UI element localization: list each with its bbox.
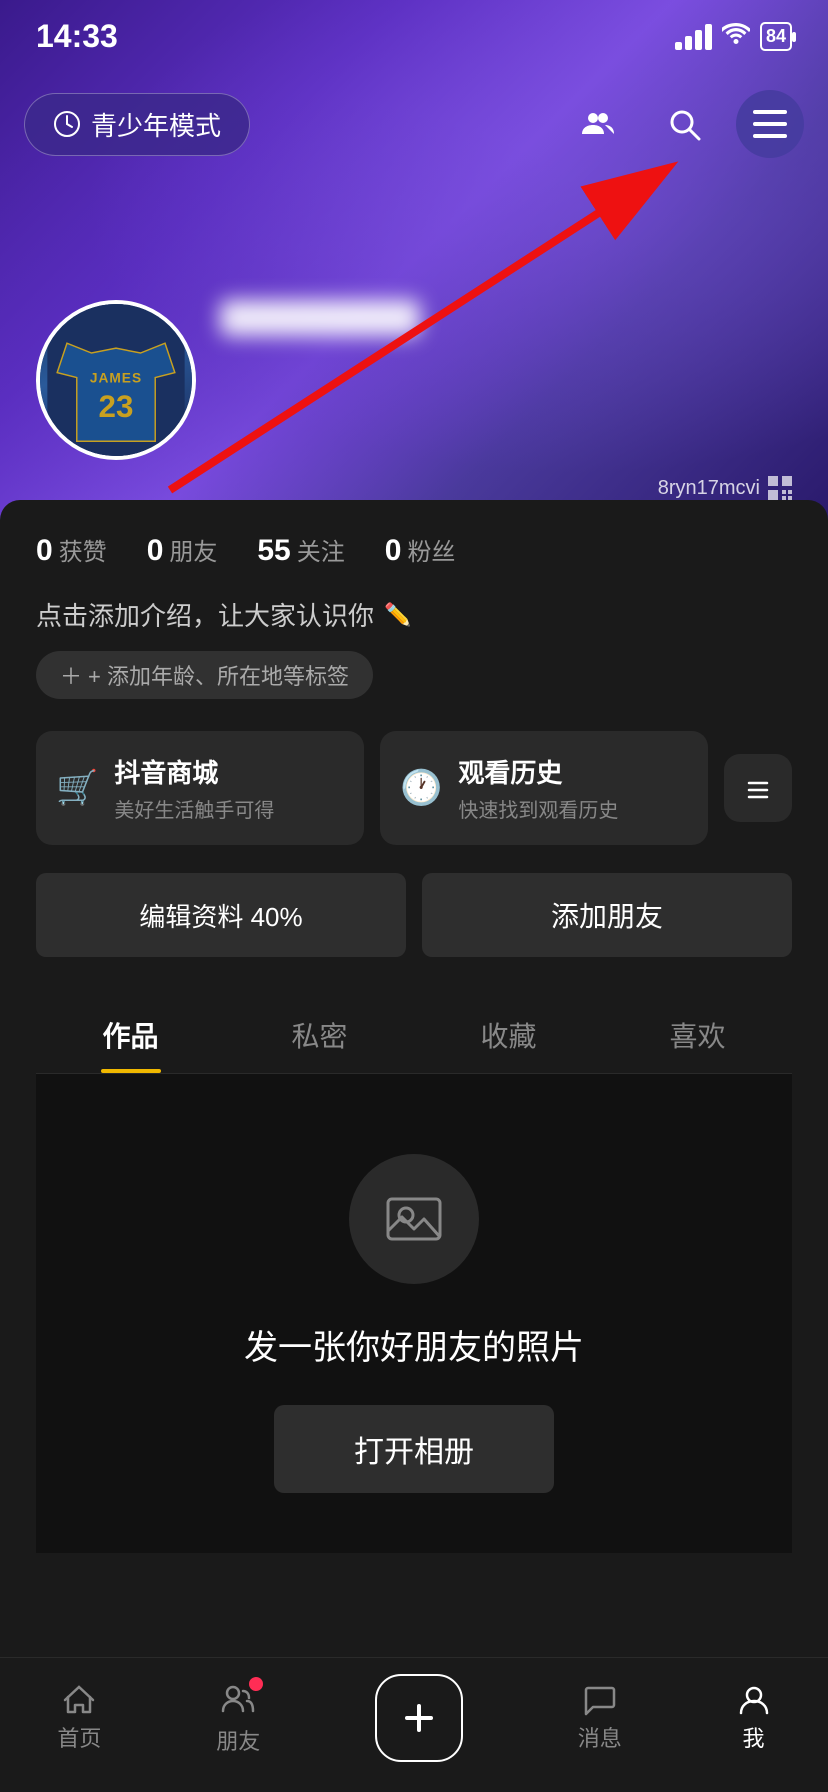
menu-nav-button[interactable] xyxy=(736,90,804,158)
tab-works[interactable]: 作品 xyxy=(36,993,225,1073)
youth-mode-label: 青少年模式 xyxy=(91,106,221,143)
stat-following: 55 关注 xyxy=(257,532,344,568)
nav-friends[interactable]: 朋友 xyxy=(216,1681,260,1756)
stats-row: 0 获赞 0 朋友 55 关注 0 粉丝 xyxy=(36,532,792,568)
followers-label: 粉丝 xyxy=(407,532,455,567)
shop-link[interactable]: 🛒 抖音商城 美好生活触手可得 xyxy=(36,731,364,845)
nav-messages-label: 消息 xyxy=(578,1721,622,1753)
edit-bio-icon[interactable]: ✏️ xyxy=(384,602,411,628)
history-title: 观看历史 xyxy=(458,753,618,790)
tags-row: ＋ + 添加年龄、所在地等标签 xyxy=(36,651,792,699)
tab-private[interactable]: 私密 xyxy=(225,993,414,1073)
bio-content: 点击添加介绍，让大家认识你 xyxy=(36,596,374,633)
tab-likes[interactable]: 喜欢 xyxy=(603,993,792,1073)
history-subtitle: 快速找到观看历史 xyxy=(458,794,618,823)
add-tag-icon: ＋ xyxy=(60,659,82,691)
bio-text[interactable]: 点击添加介绍，让大家认识你 ✏️ xyxy=(36,596,792,633)
search-nav-button[interactable] xyxy=(650,90,718,158)
quick-links: 🛒 抖音商城 美好生活触手可得 🕐 观看历史 快速找到观看历史 xyxy=(36,731,792,845)
following-label: 关注 xyxy=(297,532,345,567)
add-tag-button[interactable]: ＋ + 添加年龄、所在地等标签 xyxy=(36,651,373,699)
nav-messages[interactable]: 消息 xyxy=(578,1683,622,1753)
history-icon: 🕐 xyxy=(400,768,442,808)
more-links-button[interactable] xyxy=(724,754,792,822)
signal-bars-icon xyxy=(675,24,712,50)
profile-content: 0 获赞 0 朋友 55 关注 0 粉丝 点击添加介绍，让大家认识你 ✏️ ＋ … xyxy=(0,500,828,1713)
open-album-button[interactable]: 打开相册 xyxy=(274,1405,554,1493)
friends-nav-button[interactable] xyxy=(564,90,632,158)
top-nav-icons xyxy=(564,90,804,158)
status-time: 14:33 xyxy=(36,18,118,55)
svg-text:23: 23 xyxy=(99,389,134,424)
stat-followers: 0 粉丝 xyxy=(385,532,456,568)
youth-mode-badge[interactable]: 青少年模式 xyxy=(24,93,250,156)
bottom-navigation: 首页 朋友 消息 我 xyxy=(0,1657,828,1792)
battery-icon: 84 xyxy=(760,22,792,51)
edit-profile-button[interactable]: 编辑资料 40% xyxy=(36,873,406,957)
avatar-area: JAMES 23 xyxy=(36,300,420,460)
stat-likes: 0 获赞 xyxy=(36,532,107,568)
nav-profile-label: 我 xyxy=(743,1721,765,1753)
stat-friends: 0 朋友 xyxy=(147,532,218,568)
add-tag-label: + 添加年龄、所在地等标签 xyxy=(88,659,349,691)
likes-label: 获赞 xyxy=(59,532,107,567)
hero-background: 青少年模式 xyxy=(0,0,828,520)
empty-title: 发一张你好朋友的照片 xyxy=(244,1320,584,1369)
tabs-row: 作品 私密 收藏 喜欢 xyxy=(36,993,792,1074)
empty-icon-circle xyxy=(349,1154,479,1284)
top-navigation: 青少年模式 xyxy=(0,90,828,158)
username-blurred xyxy=(220,300,420,336)
friends-count: 0 xyxy=(147,534,164,568)
shop-title: 抖音商城 xyxy=(114,753,274,790)
likes-count: 0 xyxy=(36,534,53,568)
status-bar: 14:33 84 xyxy=(0,0,828,65)
shop-icon: 🛒 xyxy=(56,768,98,808)
action-buttons: 编辑资料 40% 添加朋友 xyxy=(36,873,792,957)
shop-texts: 抖音商城 美好生活触手可得 xyxy=(114,753,274,823)
friends-notification-dot xyxy=(249,1677,263,1691)
history-texts: 观看历史 快速找到观看历史 xyxy=(458,753,618,823)
followers-count: 0 xyxy=(385,534,402,568)
youth-mode-icon xyxy=(53,110,81,138)
nav-friends-label: 朋友 xyxy=(216,1724,260,1756)
avatar[interactable]: JAMES 23 xyxy=(36,300,196,460)
nav-home-label: 首页 xyxy=(57,1721,101,1753)
create-button[interactable] xyxy=(375,1674,463,1762)
following-count: 55 xyxy=(257,534,290,568)
tab-collections[interactable]: 收藏 xyxy=(414,993,603,1073)
status-icons: 84 xyxy=(675,22,792,51)
svg-text:JAMES: JAMES xyxy=(90,370,142,385)
friends-label: 朋友 xyxy=(169,532,217,567)
add-friend-button[interactable]: 添加朋友 xyxy=(422,873,792,957)
user-id-value: 8ryn17mcvi xyxy=(658,477,760,500)
nav-profile[interactable]: 我 xyxy=(737,1683,771,1753)
shop-subtitle: 美好生活触手可得 xyxy=(114,794,274,823)
avatar-image: JAMES 23 xyxy=(40,304,192,456)
wifi-icon xyxy=(722,23,750,51)
empty-state: 发一张你好朋友的照片 打开相册 xyxy=(36,1074,792,1553)
history-link[interactable]: 🕐 观看历史 快速找到观看历史 xyxy=(380,731,708,845)
user-id: 8ryn17mcvi xyxy=(658,476,792,500)
nav-home[interactable]: 首页 xyxy=(57,1683,101,1753)
nav-create[interactable] xyxy=(375,1674,463,1762)
